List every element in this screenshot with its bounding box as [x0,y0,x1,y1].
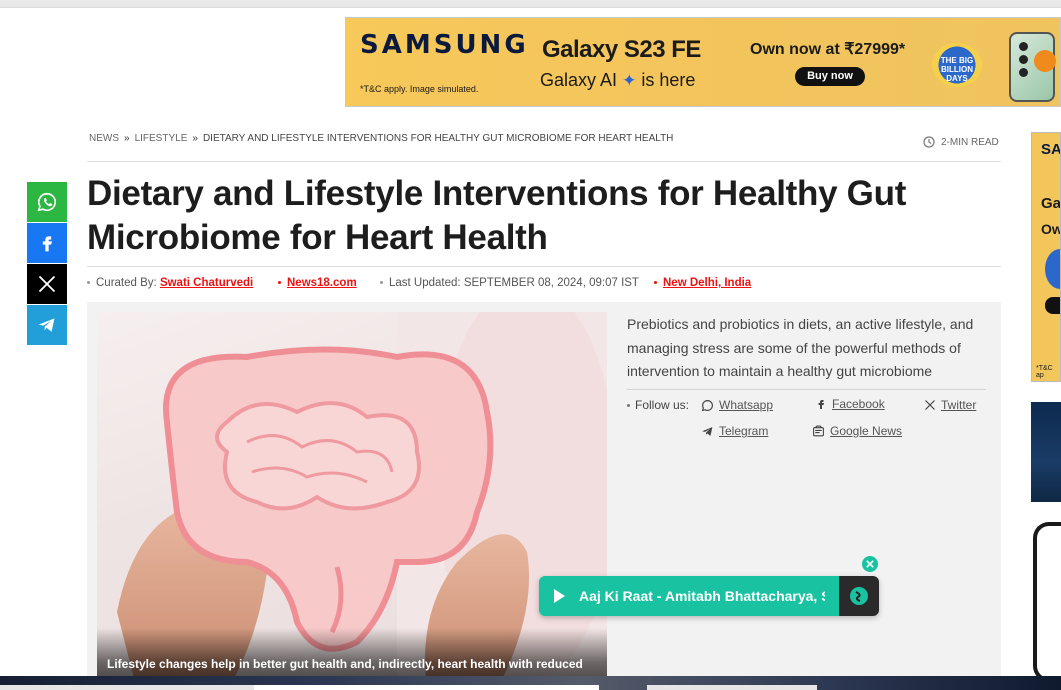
whatsapp-icon [701,399,713,411]
phone-camera [1019,42,1028,51]
facebook-icon [818,400,824,409]
play-icon[interactable] [551,588,567,604]
updated-label: Last Updated: [389,277,461,289]
bottom-segment [254,685,599,690]
bottom-segment [0,685,254,690]
rail-ad-terms: *T&C ap [1036,365,1053,379]
breadcrumb-separator: » [124,133,130,144]
curated-by: Curated By: Swati Chaturvedi [87,277,253,289]
follow-us-label: Follow us: [635,398,690,412]
big-billion-days-logo: THE BIG BILLION DAYS [932,43,982,87]
ad-ai-line: Galaxy AI ✦ is here [540,70,695,91]
follow-google-news[interactable]: Google News [812,424,902,438]
breadcrumb-current: DIETARY AND LIFESTYLE INTERVENTIONS FOR … [202,133,674,144]
divider [87,161,1001,162]
rail-ad-line1: Ga [1041,195,1061,212]
rail-ad-line2: Ow [1041,221,1061,237]
location-link[interactable]: New Delhi, India [663,277,751,289]
follow-telegram-link[interactable]: Telegram [719,424,768,438]
article-summary: Prebiotics and probiotics in diets, an a… [627,316,974,379]
share-telegram-button[interactable] [27,305,67,345]
share-whatsapp-button[interactable] [27,182,67,222]
divider [87,266,1001,267]
follow-twitter-link[interactable]: Twitter [941,398,976,412]
bottom-segment [647,685,817,690]
right-rail-ad[interactable]: SA Ga Ow *T&C ap [1031,132,1061,382]
rail-ad-badge [1045,249,1060,289]
audio-player[interactable]: Aaj Ki Raat - Amitabh Bhattacharya, S [539,576,879,616]
divider [627,389,986,390]
ad-price: Own now at ₹27999* [750,41,906,58]
ad-ai-suffix: is here [641,70,696,90]
bullet [87,281,90,285]
source: News18.com [278,277,357,289]
follow-whatsapp-link[interactable]: Whatsapp [719,398,773,412]
ad-buy-button[interactable]: Buy now [795,67,865,86]
clock-icon [923,136,935,148]
follow-facebook-link[interactable]: Facebook [832,397,885,411]
sparkle-icon: ✦ [622,71,637,90]
follow-google-news-link[interactable]: Google News [830,424,902,438]
player-logo[interactable] [839,576,879,616]
rail-ad-button[interactable] [1045,297,1060,314]
telegram-icon [702,426,713,436]
bullet [627,403,630,407]
google-news-icon [813,425,824,436]
ad-model: Galaxy S23 FE [542,36,701,63]
follow-facebook[interactable]: Facebook [815,397,885,411]
follow-label: Follow us: [627,398,689,412]
facebook-icon [42,236,52,252]
author-link[interactable]: Swati Chaturvedi [160,277,253,289]
share-x-button[interactable] [27,264,67,304]
follow-telegram[interactable]: Telegram [701,424,768,438]
telegram-icon [38,318,55,332]
article-title: Dietary and Lifestyle Interventions for … [87,174,907,257]
bullet [380,281,383,285]
ad-terms: *T&C apply. Image simulated. [360,84,479,94]
breadcrumb-lifestyle[interactable]: LIFESTYLE [135,133,188,144]
breadcrumb: NEWS » LIFESTYLE » DIETARY AND LIFESTYLE INT… [89,133,673,144]
read-time: 2-MIN READ [923,136,999,148]
rail-ad-brand: SA [1041,141,1061,158]
follow-twitter[interactable]: Twitter [924,398,976,412]
x-icon [38,275,56,293]
whatsapp-icon [37,192,57,212]
curated-label: Curated By: [96,277,157,289]
location: New Delhi, India [654,277,751,289]
player-track-title: Aaj Ki Raat - Amitabh Bhattacharya, S [579,588,825,604]
x-icon [925,400,935,410]
share-facebook-button[interactable] [27,223,67,263]
last-updated: Last Updated: SEPTEMBER 08, 2024, 09:07 … [380,277,639,289]
image-caption: Lifestyle changes help in better gut hea… [107,657,583,671]
bottom-banner-strip [0,676,1061,690]
bullet [654,281,657,285]
source-link[interactable]: News18.com [287,277,357,289]
phone-badge [1034,50,1056,72]
jiosaavn-icon [850,587,868,605]
bullet [278,281,281,285]
right-rail-phone-ad[interactable] [1033,522,1061,682]
player-main[interactable]: Aaj Ki Raat - Amitabh Bhattacharya, S [539,576,839,616]
browser-top-strip [0,0,1061,8]
follow-whatsapp[interactable]: Whatsapp [701,398,773,412]
right-rail-ad-2[interactable] [1031,402,1061,502]
player-close-button[interactable] [862,556,878,572]
breadcrumb-news[interactable]: NEWS [89,133,119,144]
ad-phone-image [1009,32,1056,102]
close-icon [866,560,874,568]
top-ad-banner[interactable]: SAMSUNG *T&C apply. Image simulated. Gal… [345,17,1061,107]
ad-ai-prefix: Galaxy AI [540,70,618,90]
breadcrumb-separator: » [192,133,198,144]
read-time-label: 2-MIN READ [941,136,999,148]
updated-value: SEPTEMBER 08, 2024, 09:07 IST [463,277,639,289]
ad-brand: SAMSUNG [360,30,529,60]
hero-image[interactable]: Lifestyle changes help in better gut hea… [97,312,607,690]
